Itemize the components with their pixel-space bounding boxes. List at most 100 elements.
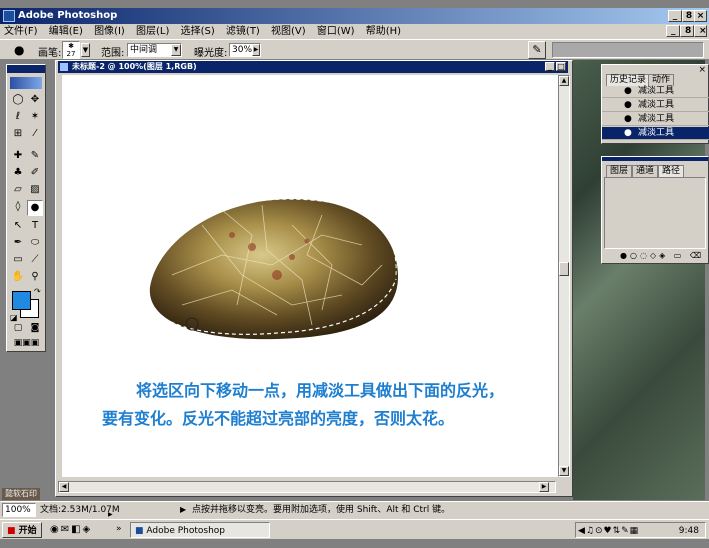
clone-stamp-icon[interactable]: ♣ (10, 166, 26, 182)
doc-close-button[interactable]: × (694, 25, 707, 37)
menu-edit[interactable]: 编辑(E) (45, 24, 87, 39)
toolbox: ◯ ✥ ℓ ✶ ⊞ ⁄ ✚ ✎ ♣ ✐ ▱ ▨ ◊ ● ↖ T ✒ ⬭ ▭ ⟋ … (6, 64, 46, 352)
dodge-tool-selected-icon[interactable]: ● (27, 200, 43, 216)
start-button[interactable]: ■ 开始 (2, 522, 42, 538)
scroll-down-icon[interactable]: ▼ (559, 466, 569, 476)
minimize-button[interactable]: _ (668, 10, 682, 22)
crop-tool-icon[interactable]: ⊞ (10, 127, 26, 143)
notes-tool-icon[interactable]: ▭ (10, 253, 26, 269)
dodge-tool-icon[interactable]: ● (14, 43, 24, 57)
history-item-label: 减淡工具 (638, 114, 675, 124)
gradient-tool-icon[interactable]: ▨ (27, 183, 43, 199)
hint-arrow-icon: ▶ (180, 505, 187, 514)
history-item[interactable]: ● 减淡工具 (602, 113, 709, 126)
doc-restore-button[interactable]: 8 (680, 25, 694, 37)
task-label: Adobe Photoshop (146, 526, 226, 536)
range-select-value: 中间调 (130, 45, 158, 55)
path-select-icon[interactable]: ↖ (10, 219, 26, 235)
menu-filter[interactable]: 滤镜(T) (222, 24, 264, 39)
scroll-right-icon[interactable]: ▶ (539, 482, 549, 492)
swap-colors-icon[interactable]: ↷ (34, 287, 41, 296)
menu-layer[interactable]: 图层(L) (132, 24, 173, 39)
tab-paths[interactable]: 路径 (658, 165, 685, 177)
windows-logo-icon: ■ (7, 526, 16, 536)
tab-layers[interactable]: 图层 (606, 165, 633, 177)
magic-wand-icon[interactable]: ✶ (27, 110, 43, 126)
doc-window-maximize-icon[interactable]: □ (556, 62, 566, 71)
canvas[interactable]: 将选区向下移动一点，用减淡工具做出下面的反光， 要有变化。反光不能超过亮部的亮度… (62, 75, 558, 477)
blur-tool-icon[interactable]: ◊ (10, 200, 26, 216)
history-state-icon: ● (624, 128, 632, 138)
vertical-scroll-thumb[interactable] (559, 262, 569, 276)
photoshop-app-icon (3, 10, 15, 22)
doc-window-minimize-icon[interactable]: _ (545, 62, 555, 71)
tab-channels[interactable]: 通道 (632, 165, 659, 177)
path-action-icons[interactable]: ●○◌◇◈ ▭ ⌫ (620, 251, 704, 260)
history-item-label: 减淡工具 (638, 128, 675, 138)
airbrush-toggle-icon[interactable]: ✎ (528, 41, 546, 59)
history-item-selected[interactable]: ● 减淡工具 (602, 127, 709, 140)
zoom-tool-icon[interactable]: ⚲ (27, 270, 43, 286)
quick-mask-icon[interactable]: ◙ (27, 321, 43, 337)
shape-tool-icon[interactable]: ⬭ (27, 236, 43, 252)
toolbox-title-bar (7, 65, 45, 73)
range-label: 范围: (101, 48, 125, 59)
exposure-input[interactable]: 30% ▶ (229, 43, 261, 57)
chevron-down-icon: ▼ (171, 44, 181, 56)
quick-launch-icons[interactable]: ◉✉◧◈ (50, 522, 92, 538)
eraser-icon[interactable]: ▱ (10, 183, 26, 199)
hand-tool-icon[interactable]: ✋ (10, 270, 26, 286)
caption-line-2: 要有变化。反光不能超过亮部的亮度，否则太花。 (102, 409, 455, 428)
caption-line-1: 将选区向下移动一点，用减淡工具做出下面的反光， (136, 381, 505, 400)
menu-file[interactable]: 文件(F) (0, 24, 42, 39)
task-photoshop[interactable]: ■ Adobe Photoshop (130, 522, 270, 538)
brush-preset-picker[interactable]: ✱ 27 (62, 41, 80, 59)
brush-dropdown-arrow-icon[interactable]: ▼ (81, 43, 90, 57)
lasso-tool-icon[interactable]: ℓ (10, 110, 26, 126)
tray-icons[interactable]: ◀♫⊙♥⇅✎▦ (578, 523, 639, 539)
history-item[interactable]: ● 减淡工具 (602, 85, 709, 98)
adobe-online-icon[interactable] (10, 77, 42, 89)
doc-minimize-button[interactable]: _ (666, 25, 680, 37)
system-tray: ◀♫⊙♥⇅✎▦ 9:48 (575, 522, 706, 538)
history-item[interactable]: ● 减淡工具 (602, 99, 709, 112)
standard-mode-icon[interactable]: ▢ (10, 321, 26, 337)
foreground-color-swatch[interactable] (12, 291, 31, 310)
range-select[interactable]: 中间调 ▼ (127, 43, 182, 57)
horizontal-scrollbar[interactable]: ◀ ▶ (58, 481, 556, 493)
menu-help[interactable]: 帮助(H) (362, 24, 405, 39)
close-button[interactable]: × (694, 10, 707, 22)
marquee-tool-icon[interactable]: ◯ (10, 93, 26, 109)
brush-dot-icon: ✱ (68, 42, 74, 50)
eyedropper-icon[interactable]: ⟋ (27, 253, 43, 269)
healing-brush-icon[interactable]: ✚ (10, 149, 26, 165)
slice-tool-icon[interactable]: ⁄ (27, 127, 43, 143)
vertical-scrollbar[interactable]: ▲ ▼ (558, 75, 570, 477)
move-tool-icon[interactable]: ✥ (27, 93, 43, 109)
type-tool-icon[interactable]: T (27, 219, 43, 235)
brush-label: 画笔: (38, 48, 62, 59)
app-title: Adobe Photoshop (18, 10, 118, 21)
menu-select[interactable]: 选择(S) (177, 24, 219, 39)
paths-list[interactable] (604, 177, 706, 249)
menu-image[interactable]: 图像(I) (90, 24, 129, 39)
history-state-icon: ● (624, 86, 632, 96)
history-brush-icon[interactable]: ✐ (27, 166, 43, 182)
scroll-left-icon[interactable]: ◀ (59, 482, 69, 492)
chevron-right-icon: ▶ (252, 44, 260, 56)
exposure-label: 曝光度: (194, 48, 228, 59)
history-state-icon: ● (624, 114, 632, 124)
screen-mode-icons[interactable]: ▣▣▣ (10, 336, 43, 352)
start-label: 开始 (18, 526, 37, 536)
menu-view[interactable]: 视图(V) (267, 24, 310, 39)
document-window: 未标题-2 @ 100%(图层 1,RGB) _ □ 将选区向下移动一点，用减淡… (55, 60, 573, 497)
palette-title-bar (602, 157, 708, 161)
pen-tool-icon[interactable]: ✒ (10, 236, 26, 252)
zoom-field[interactable]: 100% (2, 503, 36, 517)
brush-tool-icon[interactable]: ✎ (27, 149, 43, 165)
watermark-logo: 懿软石印 (2, 488, 40, 500)
menu-window[interactable]: 窗口(W) (313, 24, 359, 39)
scroll-up-icon[interactable]: ▲ (559, 76, 569, 86)
quick-launch-more[interactable]: » (116, 521, 122, 537)
palette-close-icon[interactable]: × (698, 65, 706, 75)
